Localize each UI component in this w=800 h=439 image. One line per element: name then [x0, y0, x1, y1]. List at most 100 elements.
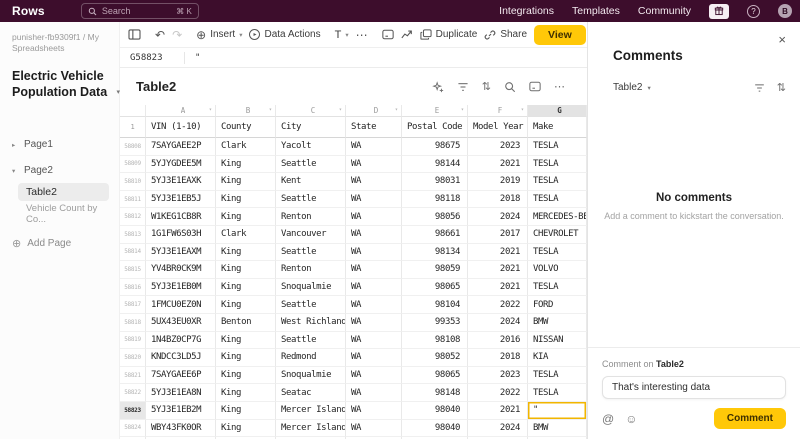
- cell[interactable]: WA: [346, 225, 402, 244]
- cell[interactable]: VOLVO: [528, 261, 587, 279]
- cell[interactable]: 2021: [468, 243, 528, 262]
- cell[interactable]: Mercer Island: [276, 401, 346, 420]
- insert-button[interactable]: ⊕ Insert ▾: [196, 29, 242, 41]
- chart-button[interactable]: [401, 29, 413, 40]
- cell[interactable]: King: [216, 401, 276, 420]
- header-cell[interactable]: Make: [528, 117, 587, 138]
- cell[interactable]: WA: [346, 419, 402, 438]
- sidebar-item-vehicle-count[interactable]: Vehicle Count by Co...: [18, 203, 109, 225]
- cell[interactable]: Snoqualmie: [276, 278, 346, 297]
- cell[interactable]: Seattle: [276, 155, 346, 174]
- column-header-G[interactable]: G: [528, 105, 587, 117]
- sidebar-item-table2[interactable]: Table2: [18, 183, 109, 202]
- help-button[interactable]: ?: [747, 4, 760, 18]
- row-number[interactable]: 58823: [120, 401, 146, 420]
- chevron-down-icon[interactable]: ▾: [521, 107, 524, 113]
- cell[interactable]: WA: [346, 313, 402, 332]
- comments-filter-button[interactable]: [754, 83, 765, 93]
- cell[interactable]: 98108: [402, 331, 468, 350]
- grid-corner[interactable]: [120, 105, 146, 117]
- cell[interactable]: King: [216, 366, 276, 385]
- comments-sort-button[interactable]: ⇅: [777, 81, 786, 94]
- cell[interactable]: TESLA: [528, 366, 587, 385]
- rewards-button[interactable]: [709, 3, 729, 19]
- cell[interactable]: 98040: [402, 401, 468, 420]
- cell[interactable]: King: [216, 296, 276, 314]
- row-number[interactable]: 58820: [120, 349, 146, 367]
- cell[interactable]: King: [216, 278, 276, 297]
- cell[interactable]: WA: [346, 366, 402, 385]
- cell[interactable]: 2022: [468, 296, 528, 314]
- cell[interactable]: 2019: [468, 173, 528, 191]
- cell[interactable]: FORD: [528, 296, 587, 314]
- cell[interactable]: Seattle: [276, 331, 346, 350]
- sidebar-item-page2[interactable]: ▾ Page2: [12, 162, 109, 179]
- row-number[interactable]: 1: [120, 117, 146, 138]
- chevron-down-icon[interactable]: ▾: [395, 107, 398, 113]
- cell[interactable]: 98144: [402, 155, 468, 174]
- cell[interactable]: WA: [346, 384, 402, 402]
- cell[interactable]: Seatac: [276, 384, 346, 402]
- row-number[interactable]: 58819: [120, 331, 146, 350]
- cell[interactable]: 98040: [402, 419, 468, 438]
- cell[interactable]: King: [216, 384, 276, 402]
- cell[interactable]: TESLA: [528, 138, 587, 156]
- cell[interactable]: WA: [346, 278, 402, 297]
- cell[interactable]: 98065: [402, 366, 468, 385]
- cell[interactable]: WA: [346, 261, 402, 279]
- cell[interactable]: 2024: [468, 313, 528, 332]
- cell[interactable]: 5YJ3E1EB0M: [146, 278, 216, 297]
- cell[interactable]: CHEVROLET: [528, 225, 587, 244]
- cell[interactable]: 5UX43EU0XR: [146, 313, 216, 332]
- cell[interactable]: WA: [346, 173, 402, 191]
- spreadsheet-title[interactable]: Electric Vehicle Population Data ▾: [12, 69, 120, 100]
- chevron-down-icon[interactable]: ▾: [339, 107, 342, 113]
- cell[interactable]: 7SAYGAEE6P: [146, 366, 216, 385]
- cell[interactable]: King: [216, 331, 276, 350]
- comments-table-select[interactable]: Table2 ▾: [613, 82, 651, 93]
- cell[interactable]: 1N4BZ0CP7G: [146, 331, 216, 350]
- mention-button[interactable]: @: [602, 412, 614, 426]
- chevron-down-icon[interactable]: ▾: [209, 107, 212, 113]
- cell[interactable]: 2021: [468, 401, 528, 420]
- emoji-button[interactable]: ☺: [625, 412, 637, 426]
- selected-cell[interactable]: ": [528, 401, 587, 420]
- ai-sparkle-button[interactable]: [432, 80, 444, 93]
- sort-button[interactable]: ⇅: [482, 80, 491, 93]
- column-header-E[interactable]: E ▾: [402, 105, 468, 117]
- table-embed-button[interactable]: [529, 81, 541, 92]
- cell-reference[interactable]: G58823: [130, 53, 174, 63]
- cell[interactable]: King: [216, 261, 276, 279]
- cell[interactable]: Seattle: [276, 296, 346, 314]
- cell[interactable]: 5YJ3E1EA8N: [146, 384, 216, 402]
- cell[interactable]: KNDCC3LD5J: [146, 349, 216, 367]
- cell[interactable]: TESLA: [528, 243, 587, 262]
- cell[interactable]: YV4BR0CK9M: [146, 261, 216, 279]
- row-number[interactable]: 58815: [120, 261, 146, 279]
- redo-button[interactable]: ↷: [172, 29, 182, 41]
- table-name[interactable]: Table2: [136, 79, 176, 94]
- cell[interactable]: BMW: [528, 419, 587, 438]
- row-number[interactable]: 58810: [120, 173, 146, 191]
- breadcrumb[interactable]: punisher-fb9309f1 / My Spreadsheets: [12, 32, 110, 55]
- cell[interactable]: Seattle: [276, 190, 346, 209]
- filter-button[interactable]: [457, 82, 469, 92]
- cell[interactable]: 98059: [402, 261, 468, 279]
- cell[interactable]: 98052: [402, 349, 468, 367]
- cell[interactable]: 98056: [402, 208, 468, 226]
- cell[interactable]: 98675: [402, 138, 468, 156]
- cell[interactable]: Renton: [276, 261, 346, 279]
- cell[interactable]: TESLA: [528, 155, 587, 174]
- cell[interactable]: TESLA: [528, 173, 587, 191]
- column-header-A[interactable]: A ▾: [146, 105, 216, 117]
- row-number[interactable]: 58822: [120, 384, 146, 402]
- cell[interactable]: 98118: [402, 190, 468, 209]
- table-more-button[interactable]: ⋯: [554, 80, 565, 93]
- cell[interactable]: Renton: [276, 208, 346, 226]
- chevron-down-icon[interactable]: ▾: [269, 107, 272, 113]
- sidebar-item-page1[interactable]: ▸ Page1: [12, 136, 109, 153]
- row-number[interactable]: 58817: [120, 296, 146, 314]
- nav-community[interactable]: Community: [638, 5, 691, 17]
- cell[interactable]: WA: [346, 296, 402, 314]
- view-button[interactable]: View: [534, 24, 586, 45]
